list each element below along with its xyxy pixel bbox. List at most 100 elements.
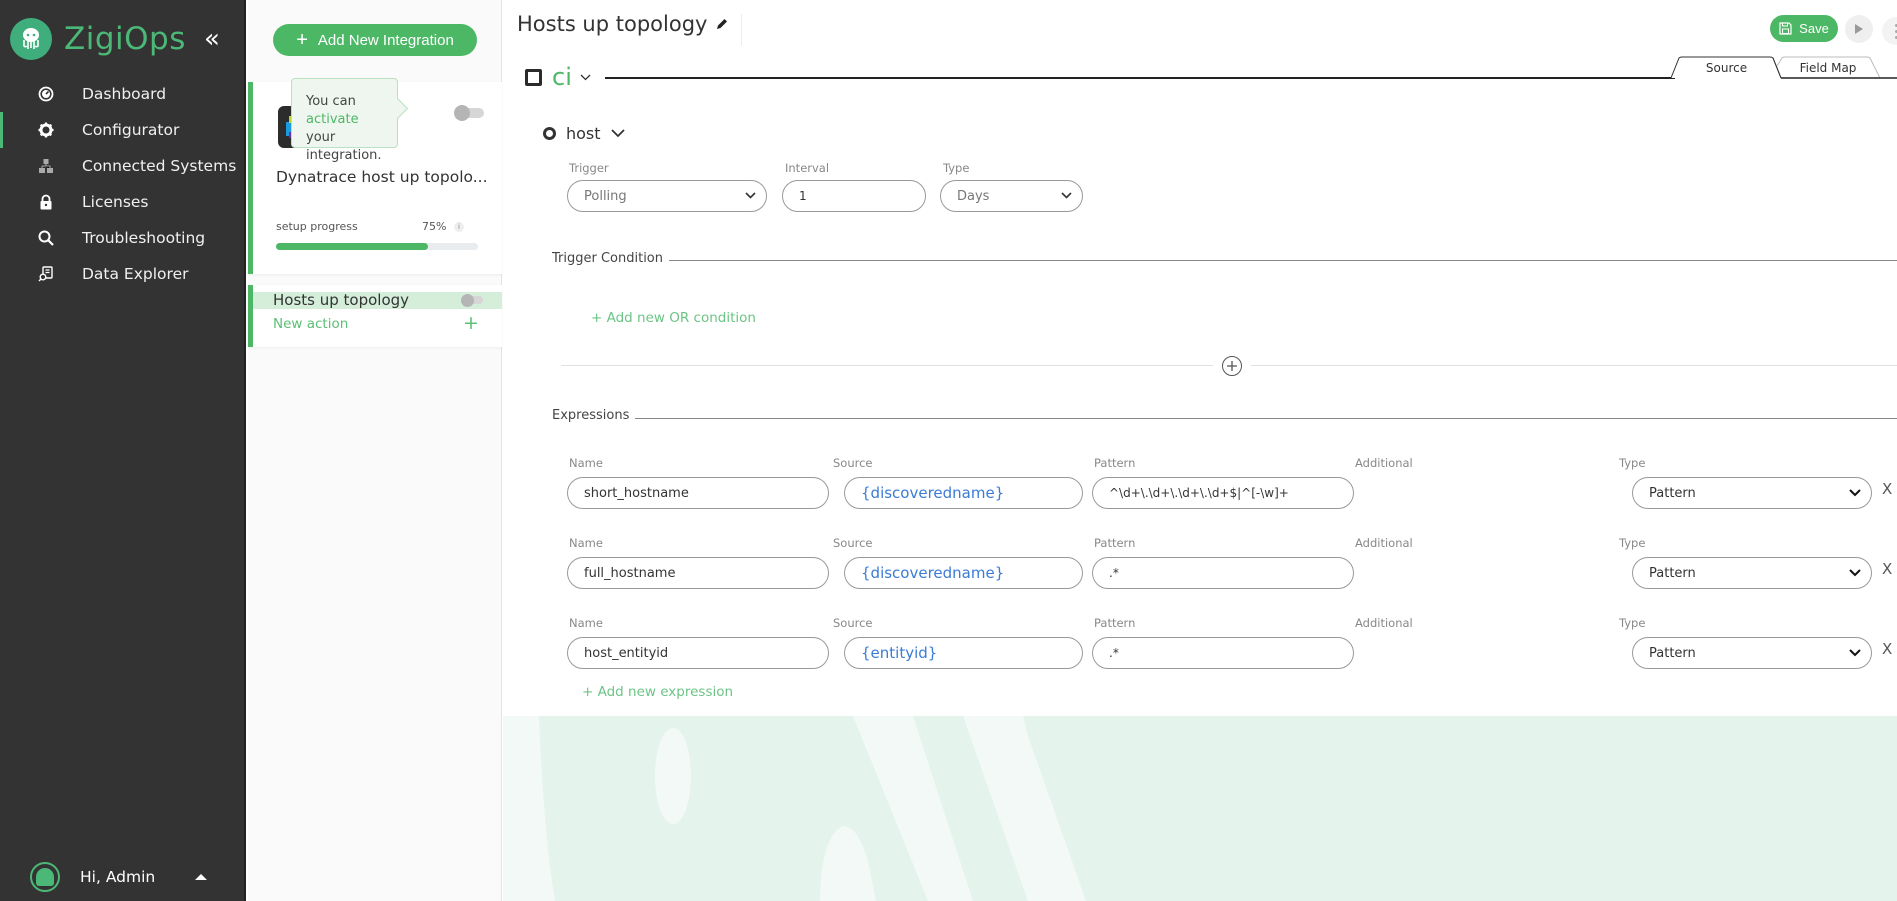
sidebar-item-label: Troubleshooting [82, 229, 206, 247]
source-label: Source [833, 616, 873, 630]
expression-source-value: {entityid} [861, 644, 938, 662]
type-label: Type [1619, 456, 1646, 470]
setup-progress-label: setup progress [276, 220, 358, 233]
add-or-condition-link[interactable]: + Add new OR condition [591, 310, 756, 326]
sidebar: ZigiOps « Dashboard Configurator Connect… [0, 0, 246, 901]
activate-tooltip: You can activate your integration. [291, 78, 398, 163]
chevron-down-icon [1849, 489, 1861, 497]
decorative-background [503, 716, 1897, 901]
expression-source-input[interactable]: {discoveredname} [844, 557, 1083, 589]
additional-label: Additional [1355, 616, 1413, 630]
entity-label[interactable]: host [566, 124, 601, 143]
save-label: Save [1799, 21, 1829, 36]
info-icon[interactable]: i [454, 222, 464, 232]
interval-input[interactable]: 1 [782, 180, 926, 212]
lock-icon [38, 194, 54, 210]
tooltip-text: You can [306, 94, 356, 109]
actions-list: Hosts up topology New action + [248, 285, 502, 347]
sidebar-nav: Dashboard Configurator Connected Systems… [0, 76, 246, 292]
sidebar-item-dashboard[interactable]: Dashboard [0, 76, 246, 112]
expression-pattern-input[interactable]: ^\d+\.\d+\.\d+\.\d+$|^[-\w]+ [1092, 477, 1354, 509]
type-select[interactable]: Days [940, 180, 1083, 212]
ci-square-icon [525, 68, 542, 86]
sidebar-item-data-explorer[interactable]: Data Explorer [0, 256, 246, 292]
expression-type-select[interactable]: Pattern [1632, 477, 1872, 509]
user-menu[interactable]: Hi, Admin [30, 862, 208, 892]
chevron-down-icon [745, 192, 756, 199]
tab-field-map[interactable]: Field Map [1778, 57, 1878, 78]
expression-type-value: Pattern [1649, 645, 1696, 661]
remove-expression-button[interactable]: X [1882, 560, 1892, 578]
title-divider [741, 14, 742, 46]
chevron-down-icon[interactable] [610, 129, 625, 138]
sidebar-item-connected-systems[interactable]: Connected Systems [0, 148, 246, 184]
name-label: Name [569, 616, 603, 630]
edit-pencil-icon[interactable] [715, 17, 729, 31]
background-shapes [539, 716, 1897, 901]
expressions-divider [553, 418, 1897, 419]
expression-pattern-value: .* [1109, 646, 1119, 660]
save-button[interactable]: Save [1770, 15, 1838, 42]
gear-icon [38, 122, 54, 138]
sidebar-item-licenses[interactable]: Licenses [0, 184, 246, 220]
expression-pattern-input[interactable]: .* [1092, 637, 1354, 669]
action-toggle[interactable] [461, 293, 483, 307]
app-name: ZigiOps [64, 21, 186, 57]
condition-separator [561, 365, 1213, 366]
interval-value: 1 [799, 189, 807, 203]
condition-separator [1251, 365, 1897, 366]
sidebar-item-configurator[interactable]: Configurator [0, 112, 246, 148]
remove-expression-button[interactable]: X [1882, 480, 1892, 498]
tab-source[interactable]: Source [1675, 57, 1778, 78]
sidebar-item-troubleshooting[interactable]: Troubleshooting [0, 220, 246, 256]
interval-label: Interval [785, 161, 830, 175]
setup-progress-bar [276, 243, 478, 250]
ci-label[interactable]: ci [552, 64, 572, 90]
user-greeting: Hi, Admin [80, 868, 156, 886]
action-name[interactable]: Hosts up topology [273, 292, 409, 309]
add-condition-plus-icon[interactable] [1222, 356, 1242, 376]
additional-label: Additional [1355, 536, 1413, 550]
trigger-label: Trigger [569, 161, 609, 175]
add-new-integration-button[interactable]: + Add New Integration [273, 24, 477, 56]
entity-header: host [543, 124, 625, 143]
pattern-label: Pattern [1094, 456, 1136, 470]
new-action-link[interactable]: New action [273, 316, 348, 332]
additional-label: Additional [1355, 456, 1413, 470]
run-button[interactable] [1845, 15, 1873, 43]
integration-activate-toggle[interactable] [454, 105, 484, 121]
expression-name-input[interactable]: host_entityid [567, 637, 829, 669]
integration-card[interactable]: You can activate your integration. Dynat… [248, 78, 502, 274]
more-options-button[interactable] [1882, 17, 1897, 45]
action-item[interactable]: Hosts up topology [253, 292, 502, 309]
expression-name-input[interactable]: full_hostname [567, 557, 829, 589]
source-label: Source [833, 536, 873, 550]
expressions-title: Expressions [552, 408, 636, 423]
expression-pattern-value: ^\d+\.\d+\.\d+\.\d+$|^[-\w]+ [1109, 486, 1289, 500]
expression-source-input[interactable]: {entityid} [844, 637, 1083, 669]
trigger-select[interactable]: Polling [567, 180, 767, 212]
sidebar-item-label: Data Explorer [82, 265, 189, 283]
expression-source-input[interactable]: {discoveredname} [844, 477, 1083, 509]
data-explorer-icon [38, 266, 54, 282]
logo[interactable]: ZigiOps [10, 18, 186, 60]
type-label: Type [1619, 616, 1646, 630]
collapse-sidebar-button[interactable]: « [204, 24, 220, 54]
pattern-label: Pattern [1094, 536, 1136, 550]
expression-type-value: Pattern [1649, 565, 1696, 581]
new-action-plus-icon[interactable]: + [463, 312, 479, 334]
type-value: Days [957, 188, 990, 204]
remove-expression-button[interactable]: X [1882, 640, 1892, 658]
floppy-disk-icon [1779, 22, 1792, 35]
add-expression-link[interactable]: + Add new expression [582, 684, 733, 700]
expression-pattern-value: .* [1109, 566, 1119, 580]
expression-type-select[interactable]: Pattern [1632, 557, 1872, 589]
chevron-down-icon[interactable] [580, 74, 591, 81]
expression-pattern-input[interactable]: .* [1092, 557, 1354, 589]
chevron-down-icon [1061, 192, 1072, 199]
expression-type-select[interactable]: Pattern [1632, 637, 1872, 669]
network-icon [38, 158, 54, 174]
play-icon [1855, 24, 1863, 34]
ghost-avatar-icon [36, 868, 54, 886]
expression-name-input[interactable]: short_hostname [567, 477, 829, 509]
